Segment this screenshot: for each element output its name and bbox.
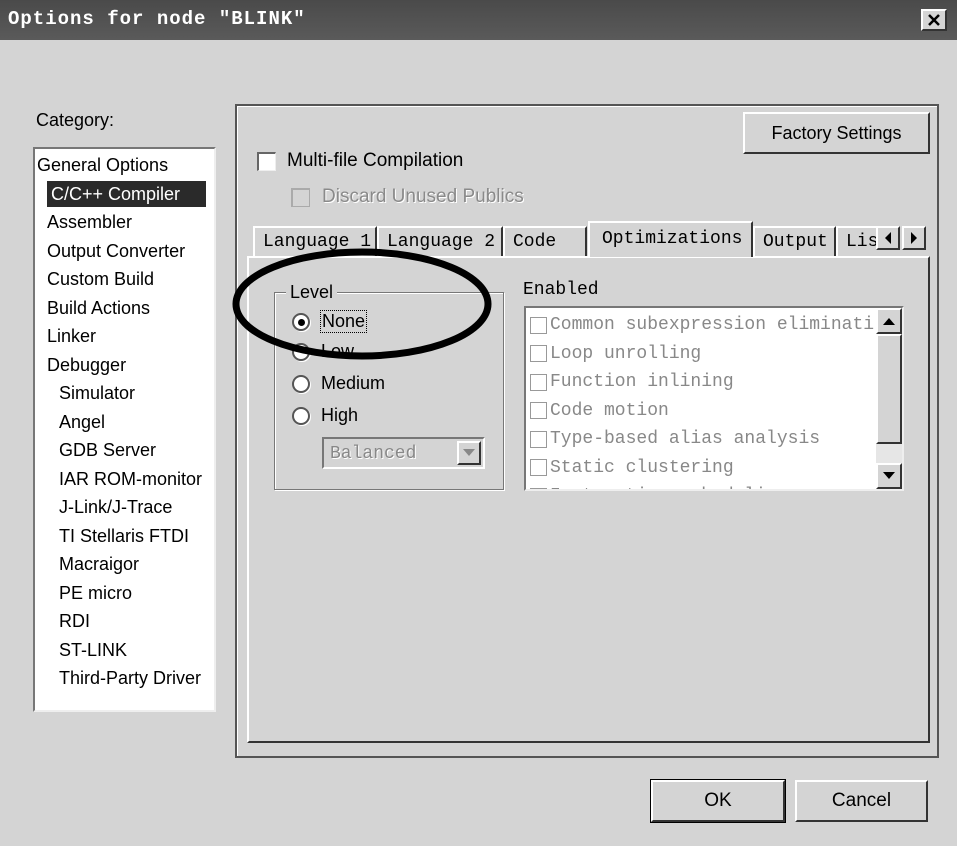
enabled-list-item[interactable]: Function inlining <box>530 370 734 394</box>
category-item[interactable]: GDB Server <box>59 437 156 463</box>
category-item[interactable]: J-Link/J-Trace <box>59 494 172 520</box>
level-low-radio[interactable] <box>292 343 310 361</box>
category-item[interactable]: Debugger <box>47 352 126 378</box>
multi-file-compilation-checkbox[interactable] <box>257 152 276 171</box>
tab-label: Language 1 <box>263 232 372 252</box>
tab-list[interactable]: Lis <box>836 226 878 256</box>
window-title: Options for node "BLINK" <box>8 8 306 30</box>
enabled-item-checkbox[interactable] <box>530 459 547 476</box>
category-item[interactable]: Macraigor <box>59 551 139 577</box>
enabled-item-checkbox[interactable] <box>530 430 547 448</box>
arrow-up-icon <box>883 318 895 325</box>
category-item[interactable]: Angel <box>59 409 105 435</box>
enabled-item-checkbox[interactable] <box>530 373 547 391</box>
level-medium-label: Medium <box>321 373 386 393</box>
level-low-label: Low <box>321 341 355 361</box>
title-bar: Options for node "BLINK" <box>0 0 957 42</box>
enabled-item-checkbox[interactable] <box>530 487 547 489</box>
cancel-button[interactable]: Cancel <box>795 780 928 822</box>
enabled-list-item[interactable]: Static clustering <box>530 456 734 480</box>
vertical-scrollbar[interactable] <box>876 308 902 489</box>
tab-label: Language 2 <box>387 232 496 252</box>
category-item[interactable]: Linker <box>47 323 96 349</box>
category-item[interactable]: Build Actions <box>47 295 150 321</box>
ok-button[interactable]: OK <box>650 779 786 823</box>
tab-scroll-buttons <box>876 226 928 252</box>
category-item[interactable]: PE micro <box>59 580 132 606</box>
enabled-list-item[interactable]: Code motion <box>530 399 669 423</box>
category-label: Category: <box>36 110 115 130</box>
enabled-transformations-list[interactable]: Common subexpression eliminati Loop unrol… <box>524 306 904 491</box>
tab-label: Output <box>763 232 828 252</box>
level-none-label: None <box>319 310 368 333</box>
scroll-down-button[interactable] <box>876 463 902 489</box>
enabled-item-label: Instruction scheduling <box>550 486 788 489</box>
tab-scroll-right-button[interactable] <box>902 226 926 250</box>
tab-label: Lis <box>846 232 878 252</box>
enabled-item-checkbox[interactable] <box>530 316 547 334</box>
close-button[interactable] <box>921 9 947 31</box>
discard-unused-publics-label: Discard Unused Publics <box>322 186 524 207</box>
level-group-title: Level <box>286 282 338 303</box>
category-item[interactable]: Simulator <box>59 380 135 406</box>
close-icon <box>928 14 940 26</box>
level-none-radio[interactable] <box>292 313 310 331</box>
arrow-left-icon <box>885 232 891 244</box>
category-item[interactable]: Third-Party Driver <box>59 665 201 691</box>
scroll-thumb[interactable] <box>876 334 902 444</box>
enabled-list-item[interactable]: Common subexpression eliminati <box>530 313 874 337</box>
tab-code[interactable]: Code <box>503 226 587 256</box>
category-item[interactable]: General Options <box>37 152 168 178</box>
category-item[interactable]: IAR ROM-monitor <box>59 466 202 492</box>
category-item[interactable]: Output Converter <box>47 238 185 264</box>
optimization-mode-value: Balanced <box>330 444 417 464</box>
scroll-up-button[interactable] <box>876 308 902 334</box>
factory-settings-button[interactable]: Factory Settings <box>743 112 930 154</box>
enabled-item-label: Function inlining <box>550 372 734 392</box>
tab-output[interactable]: Output <box>753 226 836 256</box>
enabled-item-checkbox[interactable] <box>530 345 547 362</box>
tab-language-1[interactable]: Language 1 <box>253 226 377 256</box>
enabled-list-item[interactable]: Instruction scheduling <box>530 484 788 489</box>
enabled-title: Enabled <box>523 280 599 300</box>
enabled-item-checkbox[interactable] <box>530 402 547 419</box>
enabled-item-label: Loop unrolling <box>550 343 702 364</box>
category-item[interactable]: ST-LINK <box>59 637 127 663</box>
category-item[interactable]: Custom Build <box>47 266 154 292</box>
category-item[interactable]: C/C++ Compiler <box>47 180 207 207</box>
optimization-mode-select[interactable]: Balanced <box>322 437 485 469</box>
tab-label: Code <box>513 232 557 252</box>
category-list[interactable]: General Options C/C++ Compiler Assembler Ou… <box>33 147 216 712</box>
enabled-list-item[interactable]: Type-based alias analysis <box>530 427 820 451</box>
enabled-item-label: Type-based alias analysis <box>550 429 821 449</box>
level-medium-radio[interactable] <box>292 375 310 393</box>
level-high-label: High <box>321 405 359 425</box>
level-high-radio[interactable] <box>292 407 310 425</box>
tab-scroll-left-button[interactable] <box>876 226 900 250</box>
enabled-item-label: Static clustering <box>550 457 734 478</box>
tab-language-2[interactable]: Language 2 <box>377 226 503 256</box>
enabled-item-label: Code motion <box>550 400 669 421</box>
multi-file-compilation-label: Multi-file Compilation <box>287 150 464 171</box>
chevron-down-icon <box>463 449 475 456</box>
category-item[interactable]: Assembler <box>47 209 132 235</box>
tab-optimizations[interactable]: Optimizations <box>588 221 753 257</box>
tab-label: Optimizations <box>602 229 743 249</box>
category-item[interactable]: RDI <box>59 608 90 634</box>
enabled-list-item[interactable]: Loop unrolling <box>530 342 701 366</box>
arrow-right-icon <box>911 232 917 244</box>
dropdown-button[interactable] <box>457 441 481 465</box>
enabled-item-label: Common subexpression eliminati <box>550 315 875 335</box>
category-item[interactable]: TI Stellaris FTDI <box>59 523 189 549</box>
discard-unused-publics-checkbox[interactable] <box>291 188 310 207</box>
arrow-down-icon <box>883 472 895 479</box>
